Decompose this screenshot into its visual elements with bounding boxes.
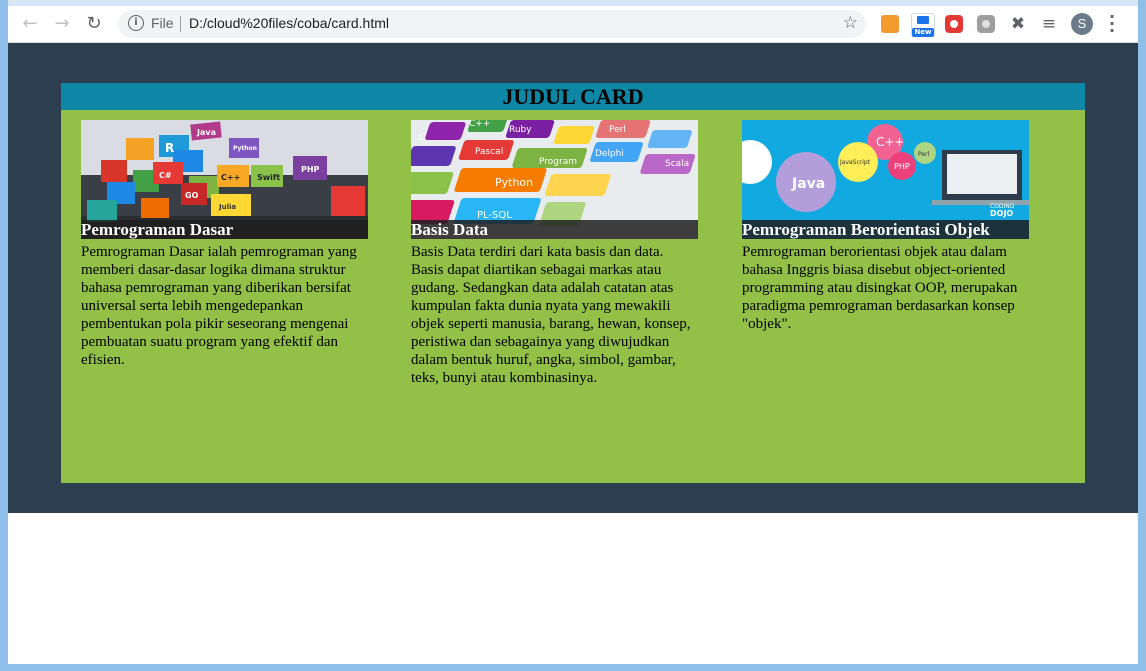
card-item-description: Pemrograman berorientasi objek atau dala…	[742, 244, 1018, 332]
forward-arrow-icon[interactable]: →	[52, 14, 72, 34]
url-text[interactable]: D:/cloud%20files/coba/card.html	[189, 15, 389, 31]
image-label-pascal: Pascal	[475, 147, 503, 157]
info-icon[interactable]: i	[128, 15, 144, 31]
page-viewport: JUDUL CARD Java R C# PHP C++ Swift GO Py…	[8, 43, 1138, 664]
image-label-php: PHP	[301, 165, 320, 174]
menu-icon[interactable]: · · ·	[1106, 9, 1118, 39]
oop-languages-image: Java C++ PHP JavaScript Perl CODING DOJO…	[742, 120, 1029, 239]
card-item-title: Basis Data	[411, 220, 698, 239]
image-label-javascript: JavaScript	[839, 159, 871, 166]
screenshot-red-icon[interactable]	[945, 15, 963, 33]
image-label-perl: Perl	[609, 125, 626, 135]
image-label-java: Java	[791, 176, 825, 192]
address-bar[interactable]: i File D:/cloud%20files/coba/card.html ☆	[118, 10, 866, 38]
media-icon[interactable]: ≡	[1039, 14, 1059, 34]
image-label-perl: Perl	[918, 151, 930, 158]
extension-new-badge: New	[912, 28, 934, 37]
avatar[interactable]: S	[1071, 13, 1093, 35]
page-background: JUDUL CARD Java R C# PHP C++ Swift GO Py…	[8, 43, 1138, 513]
image-label-julia: Julia	[218, 203, 236, 211]
image-label-cpp: C++	[221, 173, 240, 182]
card-title: JUDUL CARD	[61, 83, 1085, 110]
address-separator	[180, 16, 181, 32]
programming-languages-image: Java R C# PHP C++ Swift GO Python Julia	[81, 120, 368, 239]
image-label-scala: Scala	[665, 159, 689, 169]
image-label-program: Program	[539, 157, 577, 167]
extension-new-screen	[917, 16, 929, 24]
image-label-python: Python	[495, 176, 533, 189]
card-item-title: Pemrograman Dasar	[81, 220, 368, 239]
keyboard-languages-image: C++ Ruby Perl Pascal Delphi Program Pyth…	[411, 120, 698, 239]
card-item-oop: Java C++ PHP JavaScript Perl CODING DOJO…	[742, 120, 1029, 333]
image-label-php: PHP	[894, 162, 910, 171]
card-item-pemrograman-dasar: Java R C# PHP C++ Swift GO Python Julia	[81, 120, 368, 369]
star-icon[interactable]: ☆	[843, 13, 858, 33]
image-label-delphi: Delphi	[595, 149, 624, 159]
image-label-dojo: DOJO	[990, 209, 1013, 218]
card-item-description: Basis Data terdiri dari kata basis dan d…	[411, 244, 691, 386]
image-label-csharp: C#	[159, 171, 172, 180]
image-label-cpp: C++	[469, 120, 490, 129]
file-scheme-label: File	[151, 15, 174, 31]
image-label-java: Java	[196, 128, 216, 137]
back-arrow-icon[interactable]: ←	[20, 14, 40, 34]
image-label-ruby: Ruby	[509, 125, 532, 135]
browser-toolbar: ← → ↻ i File D:/cloud%20files/coba/card.…	[8, 6, 1138, 43]
camera-lens	[950, 20, 958, 28]
card-item-basis-data: C++ Ruby Perl Pascal Delphi Program Pyth…	[411, 120, 698, 387]
extension-new-icon[interactable]: New	[911, 13, 935, 37]
card-item-description: Pemrograman Dasar ialah pemrograman yang…	[81, 244, 357, 368]
browser-window: ← → ↻ i File D:/cloud%20files/coba/card.…	[8, 0, 1138, 664]
image-label-go: GO	[185, 191, 199, 200]
image-label-python: Python	[233, 145, 257, 152]
reload-icon[interactable]: ↻	[84, 14, 104, 34]
card: JUDUL CARD Java R C# PHP C++ Swift GO Py…	[61, 83, 1085, 483]
image-label-swift: Swift	[257, 173, 280, 182]
extension-orange-icon[interactable]	[881, 15, 899, 33]
image-label-r: R	[165, 141, 174, 155]
image-label-c: C	[419, 133, 425, 143]
camera-lens	[982, 20, 990, 28]
camera-icon[interactable]	[977, 15, 995, 33]
extensions-icon[interactable]: ✖	[1008, 14, 1028, 34]
image-label-cpp: C++	[876, 135, 905, 149]
card-item-title: Pemrograman Berorientasi Objek	[742, 220, 1029, 239]
